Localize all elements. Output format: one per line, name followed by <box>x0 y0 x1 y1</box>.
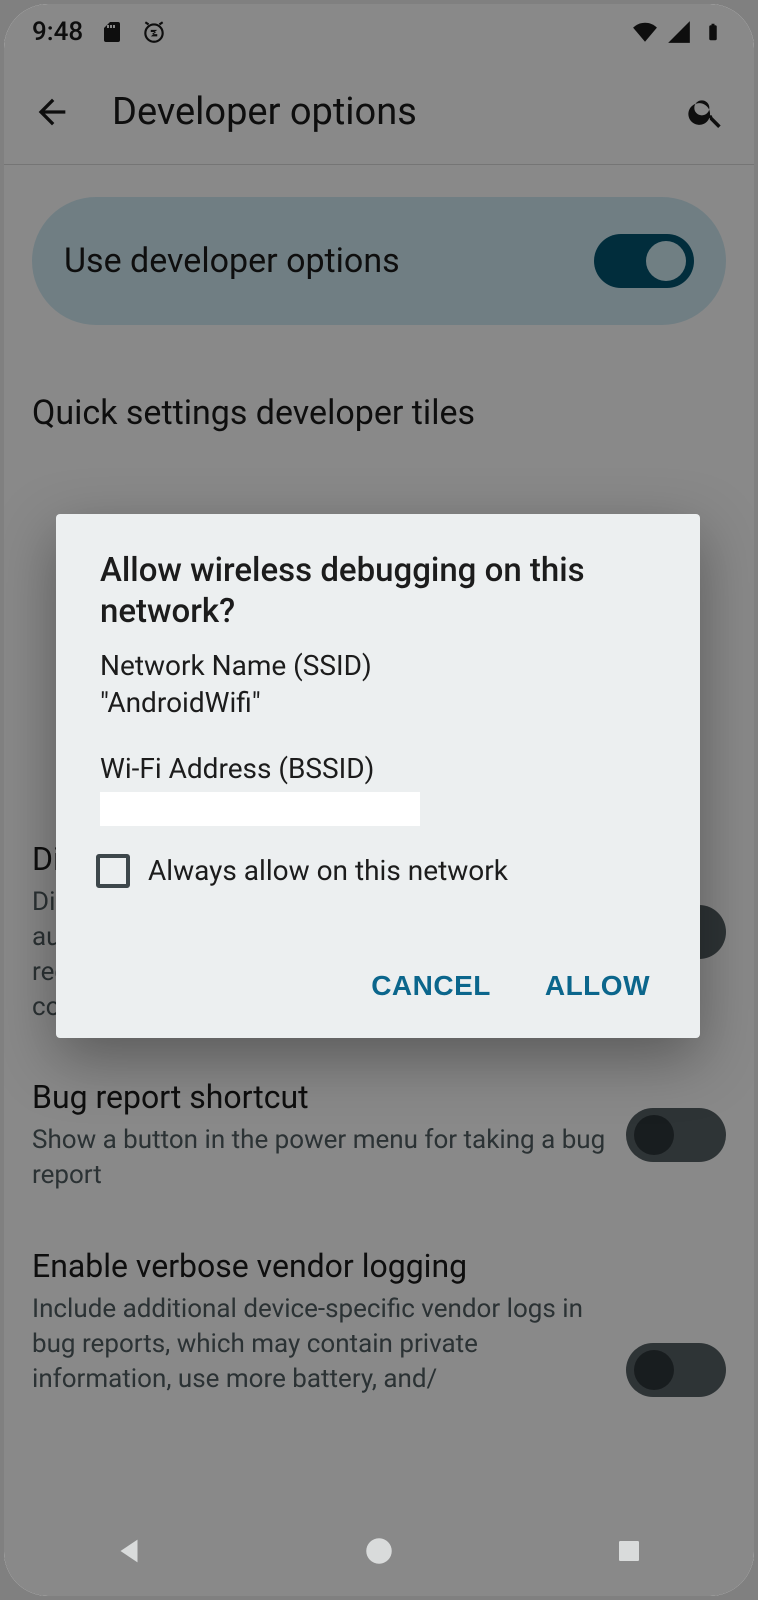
nav-home-button[interactable] <box>359 1531 399 1571</box>
nav-back-button[interactable] <box>109 1531 149 1571</box>
navigation-bar <box>4 1506 754 1596</box>
bssid-label: Wi-Fi Address (BSSID) <box>100 750 656 788</box>
ssid-label: Network Name (SSID) <box>100 647 656 685</box>
cancel-button[interactable]: CANCEL <box>365 958 497 1014</box>
ssid-value: "AndroidWifi" <box>100 684 656 722</box>
checkbox-icon <box>96 854 130 888</box>
always-allow-checkbox[interactable]: Always allow on this network <box>100 854 656 888</box>
nav-recents-button[interactable] <box>609 1531 649 1571</box>
wireless-debugging-dialog: Allow wireless debugging on this network… <box>56 514 700 1038</box>
dialog-title: Allow wireless debugging on this network… <box>100 550 656 633</box>
allow-button[interactable]: ALLOW <box>539 958 656 1014</box>
bssid-value-redacted <box>100 792 420 826</box>
checkbox-label: Always allow on this network <box>148 854 508 887</box>
